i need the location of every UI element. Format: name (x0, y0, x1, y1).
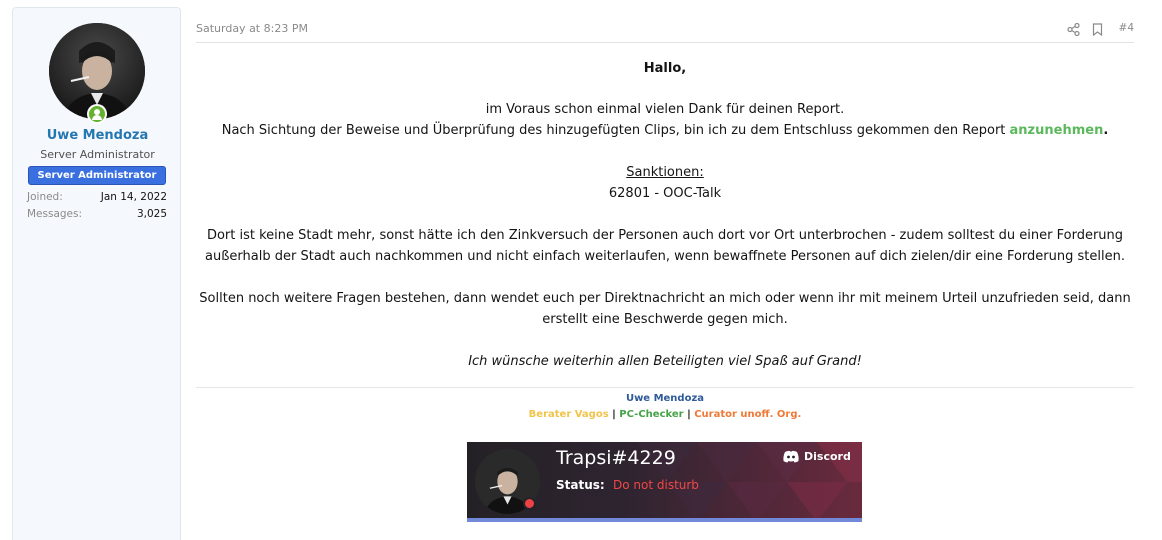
post-text: . (1103, 123, 1109, 138)
post-date-link[interactable]: Saturday at 8:23 PM (196, 22, 308, 35)
user-card: Uwe Mendoza Server Administrator Server … (12, 7, 181, 540)
post-header: Saturday at 8:23 PM #4 (196, 22, 1134, 43)
stat-value: Jan 14, 2022 (100, 191, 167, 203)
post-text: Nach Sichtung der Beweise und Überprüfun… (221, 123, 1010, 138)
user-banner: Server Administrator (28, 166, 166, 185)
post-line: Sollten noch weitere Fragen bestehen, da… (199, 291, 1131, 306)
stat-label: Messages: (27, 208, 83, 220)
accept-highlight: anzunehmen (1009, 123, 1104, 138)
role-pc-checker: PC-Checker (619, 409, 684, 420)
post: Saturday at 8:23 PM #4 Hallo, im Voraus … (196, 0, 1134, 540)
bookmark-icon[interactable] (1092, 21, 1103, 40)
discord-status-label: Status: (556, 478, 605, 492)
signature-name: Uwe Mendoza (625, 393, 705, 404)
role-separator: | (687, 409, 691, 420)
stat-label: Joined: (27, 191, 63, 203)
user-title: Server Administrator (40, 148, 155, 161)
stat-value[interactable]: 3,025 (137, 208, 167, 220)
online-status-icon (87, 104, 107, 124)
signature-roles: Berater Vagos | PC-Checker | Curator uno… (196, 409, 1134, 420)
post-closing: Ich wünsche weiterhin allen Beteiligten … (468, 354, 862, 369)
sanction-item: 62801 - OOC-Talk (608, 186, 722, 201)
post-line: Dort ist keine Stadt mehr, sonst hätte i… (206, 228, 1124, 243)
post-number-link[interactable]: #4 (1119, 22, 1134, 34)
discord-username: Trapsi#4229 (556, 447, 676, 469)
discord-logo: Discord (782, 450, 851, 463)
discord-status-value: Do not disturb (613, 478, 699, 492)
share-icon[interactable] (1067, 21, 1080, 40)
post-line: außerhalb der Stadt auch nachkommen und … (205, 249, 1125, 264)
discord-accent-bar (467, 518, 862, 522)
user-name-link[interactable]: Uwe Mendoza (13, 128, 182, 143)
dnd-status-icon (523, 497, 536, 510)
role-separator: | (612, 409, 616, 420)
role-curator: Curator unoff. Org. (694, 409, 802, 420)
user-stat-messages: Messages: 3,025 (27, 208, 167, 220)
user-stat-joined: Joined: Jan 14, 2022 (27, 191, 167, 203)
discord-status-widget[interactable]: Trapsi#4229 Status: Do not disturb Disco… (467, 442, 862, 522)
post-line: erstellt eine Beschwerde gegen mich. (542, 312, 788, 327)
discord-icon (783, 450, 799, 463)
sanctions-heading: Sanktionen: (196, 162, 1134, 183)
discord-brand: Discord (804, 450, 851, 463)
signature-divider (196, 387, 1134, 388)
post-greeting: Hallo, (643, 61, 687, 76)
post-line: im Voraus schon einmal vielen Dank für d… (485, 102, 845, 117)
sanctions-heading-text: Sanktionen: (626, 165, 704, 180)
role-berater-vagos: Berater Vagos (528, 409, 609, 420)
post-decision-line: Nach Sichtung der Beweise und Überprüfun… (196, 120, 1134, 141)
